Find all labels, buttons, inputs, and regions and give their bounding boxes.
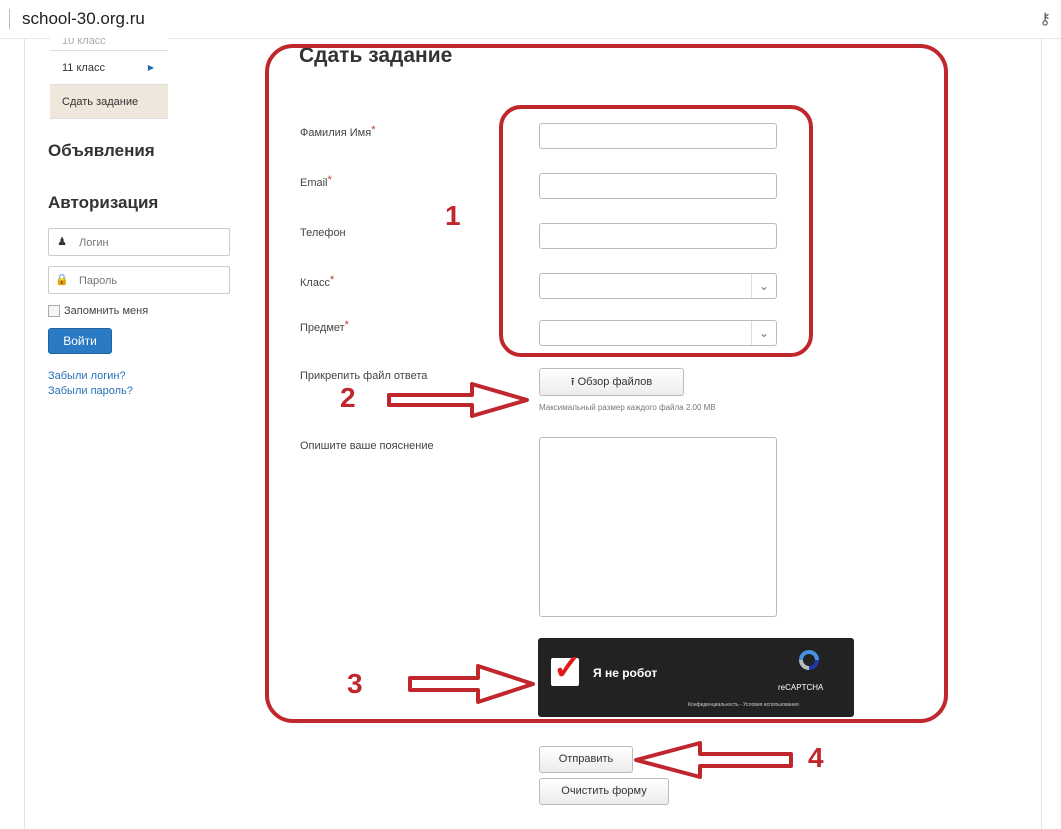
annotation-arrow-4 <box>634 741 793 779</box>
annotation-arrow-3 <box>408 664 535 704</box>
annotation-arrow-2 <box>387 382 529 418</box>
